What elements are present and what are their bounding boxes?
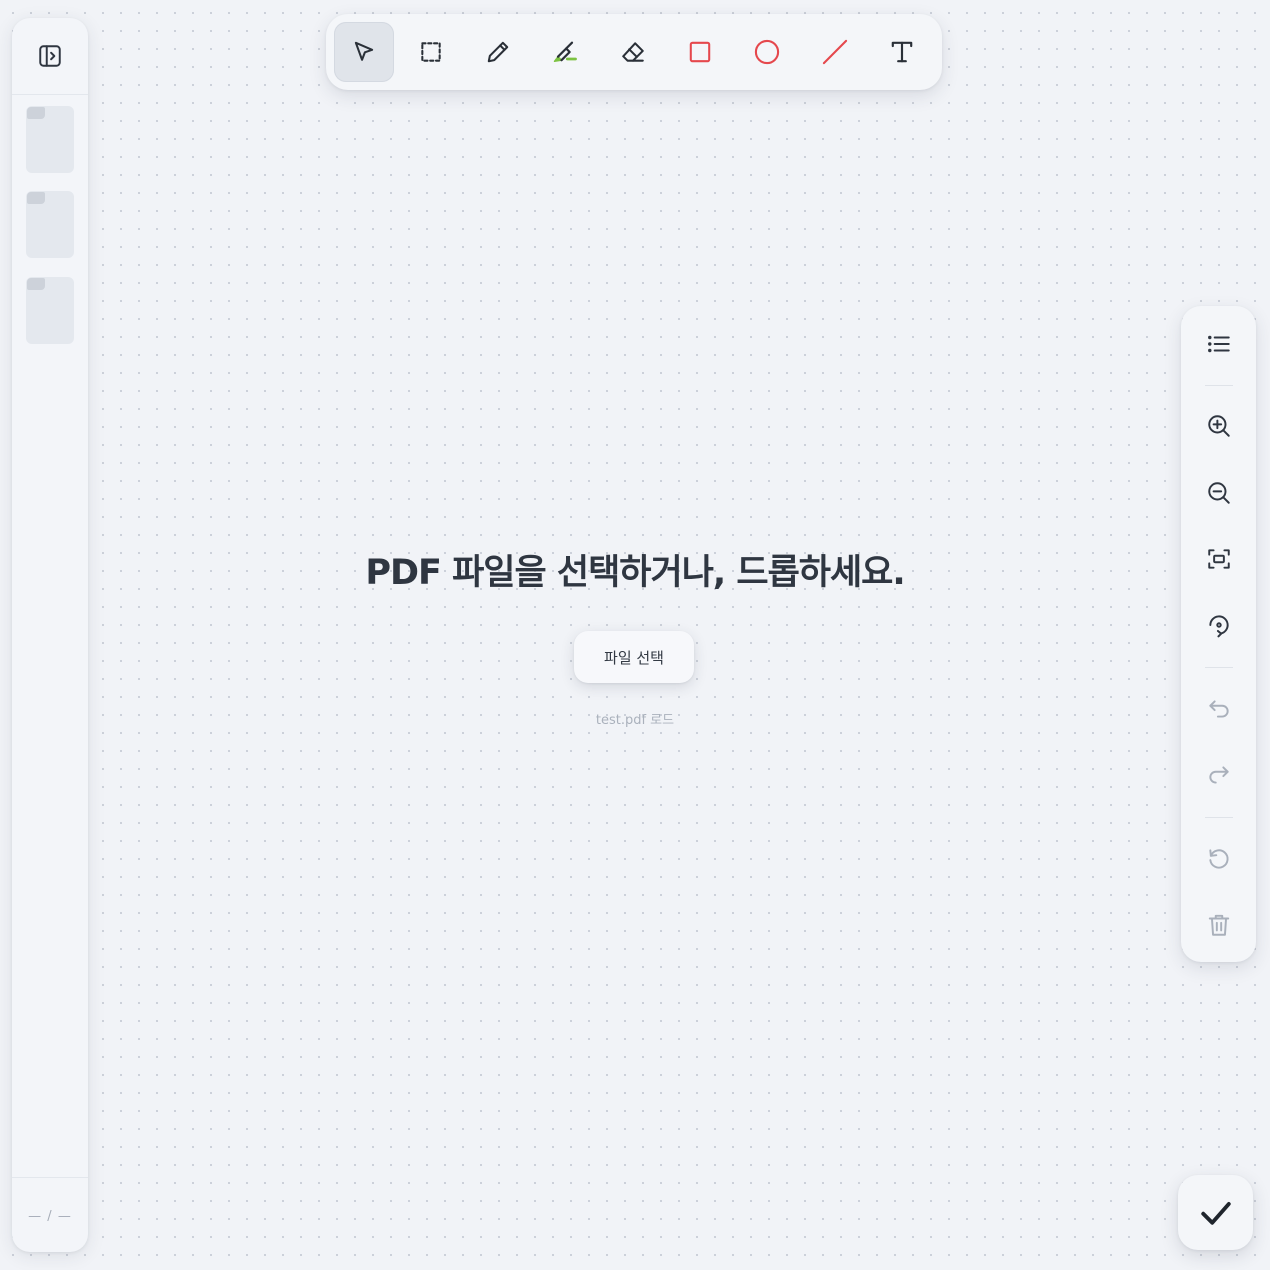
delete-button[interactable]	[1197, 903, 1241, 947]
sidebar-divider	[12, 94, 88, 95]
line-tool-button[interactable]	[805, 22, 865, 82]
zoom-in-icon	[1206, 413, 1232, 439]
check-icon	[1198, 1195, 1234, 1231]
trash-icon	[1206, 912, 1232, 938]
dashed-rectangle-icon	[418, 39, 444, 65]
confirm-button[interactable]	[1178, 1175, 1253, 1250]
outline-button[interactable]	[1197, 322, 1241, 366]
text-tool-button[interactable]	[872, 22, 932, 82]
eraser-tool-button[interactable]	[603, 22, 663, 82]
view-toolbar	[1181, 306, 1256, 962]
highlighter-icon	[551, 38, 579, 66]
sidebar-divider	[12, 1177, 88, 1178]
toolbar-divider	[1205, 817, 1233, 818]
page-sidebar: — / —	[12, 18, 88, 1252]
thumbnail-corner	[27, 192, 45, 204]
toolbar-divider	[1205, 385, 1233, 386]
redo-button[interactable]	[1197, 753, 1241, 797]
annotation-toolbar	[326, 14, 942, 90]
page-indicator: — / —	[28, 1209, 72, 1224]
load-sample-link[interactable]: test.pdf 로드	[0, 709, 1270, 728]
eraser-icon	[620, 39, 646, 65]
rectangle-tool-button[interactable]	[670, 22, 730, 82]
zoom-in-button[interactable]	[1197, 404, 1241, 448]
zoom-out-icon	[1206, 480, 1232, 506]
rectangle-icon	[687, 39, 713, 65]
redo-icon	[1206, 762, 1232, 788]
reset-icon	[1206, 846, 1232, 872]
page-thumbnail-placeholder[interactable]	[26, 106, 74, 173]
highlighter-tool-button[interactable]	[535, 22, 595, 82]
thumbnail-corner	[27, 107, 45, 119]
sidebar-toggle-button[interactable]	[33, 39, 67, 73]
cursor-arrow-icon	[351, 39, 377, 65]
toolbar-divider	[1205, 667, 1233, 668]
reset-button[interactable]	[1197, 837, 1241, 881]
zoom-out-button[interactable]	[1197, 471, 1241, 515]
page-thumbnail-placeholder[interactable]	[26, 277, 74, 344]
rotate-button[interactable]	[1197, 603, 1241, 647]
pen-tool-button[interactable]	[468, 22, 528, 82]
ellipse-tool-button[interactable]	[737, 22, 797, 82]
rotate-icon	[1206, 612, 1232, 638]
circle-icon	[753, 38, 781, 66]
empty-state-title: PDF 파일을 선택하거나, 드롭하세요.	[365, 553, 905, 593]
select-file-button[interactable]: 파일 선택	[574, 631, 694, 683]
select-tool-button[interactable]	[334, 22, 394, 82]
pencil-icon	[485, 39, 511, 65]
text-icon	[889, 39, 915, 65]
list-icon	[1206, 331, 1232, 357]
page-thumbnail-placeholder[interactable]	[26, 191, 74, 258]
thumbnail-corner	[27, 278, 45, 290]
line-icon	[821, 38, 849, 66]
area-select-tool-button[interactable]	[401, 22, 461, 82]
sidebar-toggle-icon	[37, 43, 63, 69]
